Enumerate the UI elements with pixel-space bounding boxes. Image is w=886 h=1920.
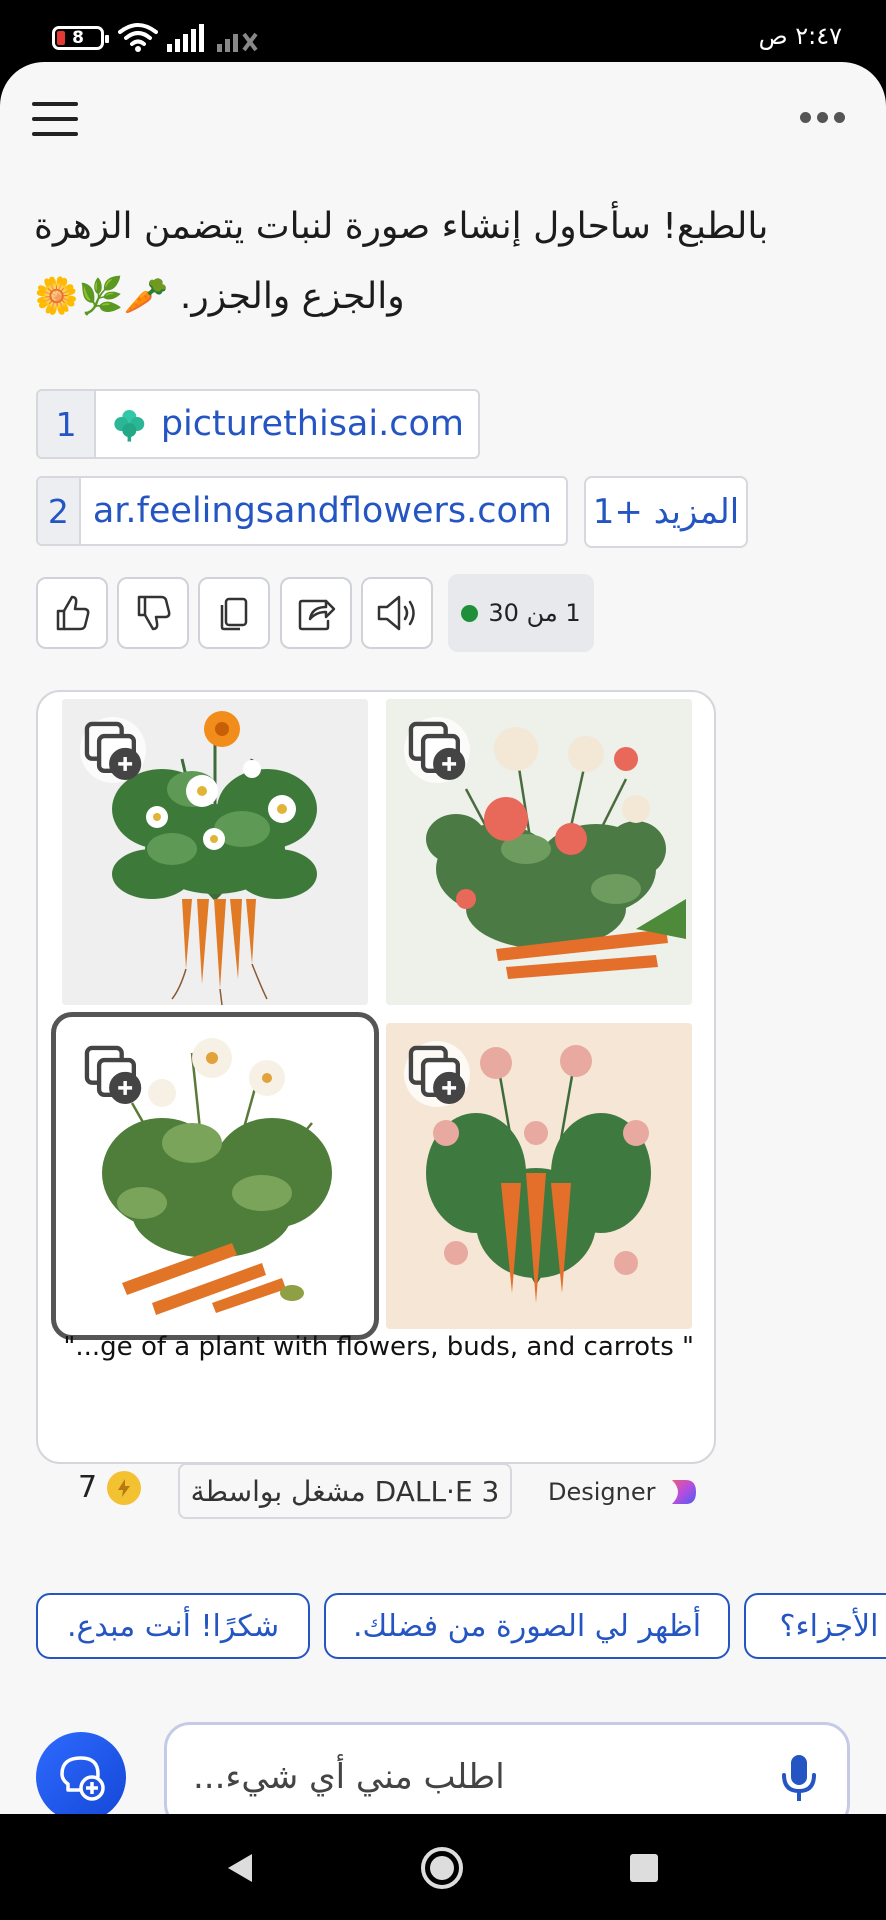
copy-icon [220, 597, 248, 631]
boost-count: 7 [78, 1470, 98, 1505]
microphone-icon[interactable] [779, 1753, 819, 1803]
citation-site: picturethisai.com [160, 404, 464, 444]
designer-logo-icon [671, 1480, 696, 1504]
chat-screen: بالطبع! سأحاول إنشاء صورة لنبات يتضمن ال… [0, 62, 886, 1814]
copy-button[interactable] [198, 577, 270, 649]
designer-link[interactable]: Designer [548, 1476, 700, 1508]
generated-image-3-selected[interactable] [51, 1012, 379, 1340]
input-placeholder: اطلب مني أي شيء... [193, 1757, 505, 1797]
generated-image-2[interactable] [386, 699, 692, 1005]
suggestion-chip[interactable]: أظهر لي الصورة من فضلك. [324, 1593, 730, 1659]
signal-icon [167, 24, 204, 52]
designer-label: Designer [548, 1478, 656, 1506]
recent-apps-icon[interactable] [630, 1854, 658, 1882]
signal-no-service-icon [217, 32, 258, 52]
menu-icon[interactable] [32, 102, 78, 138]
message-input[interactable]: اطلب مني أي شيء... [164, 1722, 850, 1814]
read-aloud-button[interactable] [361, 577, 433, 649]
back-icon[interactable] [224, 1852, 254, 1884]
citation-link-1[interactable]: 1 picturethisai.com [36, 389, 480, 459]
share-icon [298, 599, 336, 631]
generated-image-1[interactable] [62, 699, 368, 1005]
image-prompt-caption: "...ge of a plant with flowers, buds, an… [63, 1332, 694, 1362]
citation-number: 1 [38, 391, 97, 457]
home-icon[interactable] [420, 1846, 464, 1890]
suggested-replies: شكرًا! أنت مبدع. أظهر لي الصورة من فضلك.… [0, 1593, 886, 1663]
citations-more-button[interactable]: المزيد +1 [584, 476, 748, 548]
new-topic-button[interactable] [36, 1732, 126, 1814]
citation-site: ar.feelingsandflowers.com [92, 491, 552, 531]
status-bar: 8 ٢:٤٧ ص [0, 0, 886, 62]
copy-image-icon[interactable] [80, 717, 146, 783]
thumbs-down-button[interactable] [117, 577, 189, 649]
assistant-message: بالطبع! سأحاول إنشاء صورة لنبات يتضمن ال… [34, 206, 769, 317]
thumbs-up-icon [56, 595, 90, 631]
thumbs-down-icon [137, 595, 171, 631]
wifi-icon [118, 23, 158, 52]
copy-image-icon[interactable] [404, 717, 470, 783]
status-dot [461, 604, 479, 622]
powered-by-label: مشغل بواسطة DALL·E 3 [178, 1463, 512, 1519]
battery-icon: 8 [52, 26, 109, 50]
suggestion-chip[interactable]: شكرًا! أنت مبدع. [36, 1593, 310, 1659]
copy-image-icon[interactable] [404, 1041, 470, 1107]
more-options-icon[interactable] [800, 112, 846, 126]
clock: ٢:٤٧ ص [758, 22, 842, 50]
suggestion-chip[interactable]: الأجزاء؟ [744, 1593, 886, 1659]
generated-image-4[interactable] [386, 1023, 692, 1329]
speaker-icon [377, 595, 415, 631]
counter-text: 1 من 30 [488, 599, 581, 627]
message-counter: 1 من 30 [448, 574, 594, 652]
share-button[interactable] [280, 577, 352, 649]
bolt-icon [107, 1470, 142, 1505]
system-navigation-bar [0, 1814, 886, 1920]
boost-counter: 7 [78, 1470, 142, 1505]
copy-image-icon[interactable] [80, 1041, 146, 1107]
thumbs-up-button[interactable] [36, 577, 108, 649]
battery-level: 8 [72, 28, 84, 48]
citation-number: 2 [38, 478, 81, 544]
citation-link-2[interactable]: 2 ar.feelingsandflowers.com [36, 476, 568, 546]
new-chat-icon [60, 1756, 105, 1801]
site-favicon-icon [114, 409, 145, 442]
